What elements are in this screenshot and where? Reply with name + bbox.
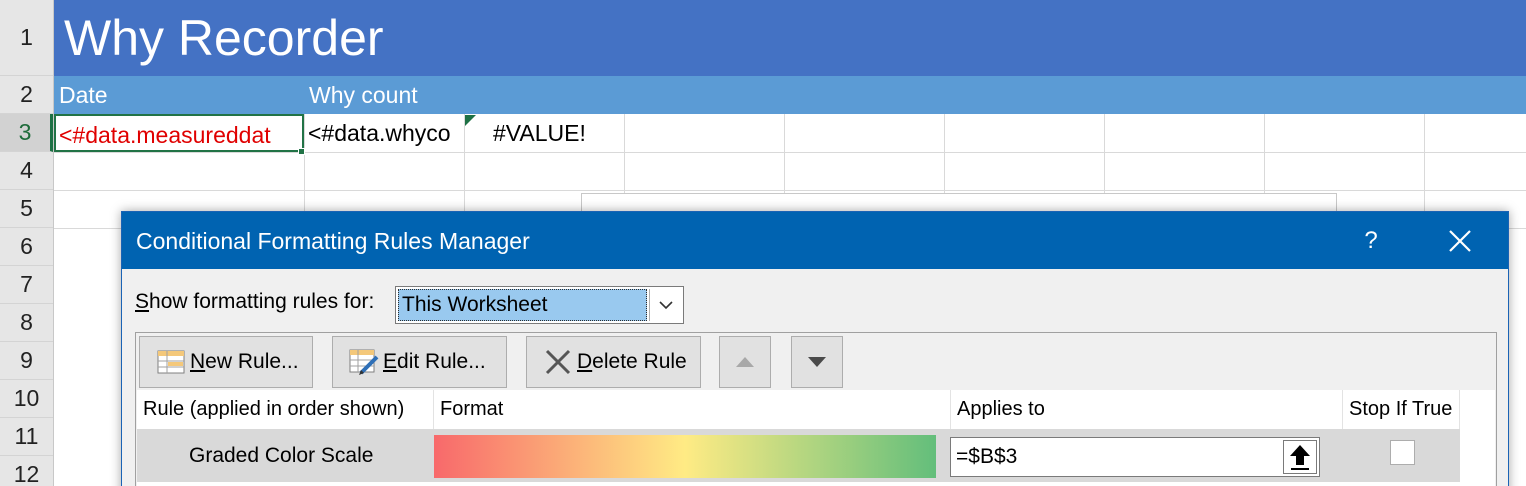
gridline [54, 190, 1526, 191]
row-header-3[interactable]: 3 [0, 114, 53, 152]
triangle-down-icon [808, 357, 826, 367]
format-preview-gradient [434, 435, 936, 478]
access-key: N [190, 350, 206, 373]
stop-if-true-checkbox[interactable] [1390, 440, 1415, 465]
sheet-title: Why Recorder [64, 10, 384, 66]
access-key: E [383, 350, 398, 373]
access-key: S [135, 290, 150, 313]
dialog-title: Conditional Formatting Rules Manager [136, 228, 530, 254]
row-header-5[interactable]: 5 [0, 190, 53, 228]
move-up-button[interactable] [719, 336, 771, 388]
row-header-1[interactable]: 1 [0, 0, 53, 76]
delete-x-icon [543, 347, 573, 377]
header-band[interactable]: Date Why count [54, 76, 1526, 114]
new-rule-text: ew Rule... [205, 350, 299, 373]
scope-selected-value[interactable]: This Worksheet [398, 289, 647, 321]
conditional-formatting-dialog: Conditional Formatting Rules Manager ? S… [121, 211, 1509, 486]
row-header-4[interactable]: 4 [0, 152, 53, 190]
edit-rule-button[interactable]: Edit Rule... [332, 336, 507, 388]
row-headers: 1 2 3 4 5 6 7 8 9 10 11 12 [0, 0, 54, 486]
row-header-7[interactable]: 7 [0, 266, 53, 304]
chevron-down-icon [658, 301, 673, 310]
error-indicator-icon[interactable] [465, 115, 476, 126]
row-header-8[interactable]: 8 [0, 304, 53, 342]
applies-to-value: =$B$3 [956, 445, 1018, 468]
column-header-rule: Rule (applied in order shown) [137, 390, 434, 429]
show-rules-label: Show formatting rules for: [135, 289, 374, 315]
column-header-applies-to: Applies to [951, 390, 1343, 429]
arrow-up-icon [1290, 445, 1310, 470]
column-header-format: Format [434, 390, 951, 429]
cell-c3[interactable]: #VALUE! [464, 114, 624, 152]
delete-rule-button[interactable]: Delete Rule [526, 336, 701, 388]
dropdown-button[interactable] [649, 289, 681, 321]
column-header-stop-if-true: Stop If True [1343, 390, 1460, 429]
show-rules-label-text: how formatting rules for: [149, 290, 375, 313]
applies-to-input[interactable]: =$B$3 [950, 437, 1320, 477]
row-header-6[interactable]: 6 [0, 228, 53, 266]
header-why-count: Why count [309, 82, 418, 108]
rules-table: Rule (applied in order shown) Format App… [137, 390, 1495, 486]
range-select-button[interactable] [1283, 440, 1317, 474]
title-band[interactable]: Why Recorder [54, 0, 1526, 76]
row-header-10[interactable]: 10 [0, 380, 53, 418]
rules-panel: New Rule... Edit Rule... Delete Rule Rul… [135, 332, 1497, 486]
move-down-button[interactable] [791, 336, 843, 388]
edit-rule-label: Edit Rule... [383, 350, 486, 374]
help-button[interactable]: ? [1351, 224, 1391, 258]
close-icon [1449, 230, 1471, 252]
rule-row[interactable]: Graded Color Scale =$B$3 [137, 429, 1460, 482]
delete-rule-text: elete Rule [592, 350, 687, 373]
cell-b3[interactable]: <#data.whyco [304, 114, 464, 152]
new-rule-icon [156, 347, 186, 377]
delete-rule-label: Delete Rule [577, 350, 687, 374]
new-rule-label: New Rule... [190, 350, 299, 374]
row-header-12[interactable]: 12 [0, 456, 53, 486]
fill-handle[interactable] [298, 148, 305, 155]
new-rule-button[interactable]: New Rule... [139, 336, 313, 388]
cell-a3-selected[interactable]: <#data.measureddat [54, 114, 304, 152]
rule-name: Graded Color Scale [189, 444, 374, 467]
row-header-9[interactable]: 9 [0, 342, 53, 380]
scope-dropdown[interactable]: This Worksheet [395, 286, 684, 324]
triangle-up-icon [736, 357, 754, 367]
edit-rule-text: dit Rule... [397, 350, 486, 373]
access-key: D [577, 350, 593, 373]
gridline [54, 152, 1526, 153]
close-button[interactable] [1440, 224, 1480, 258]
header-date: Date [59, 82, 108, 108]
row-header-2[interactable]: 2 [0, 76, 53, 114]
edit-rule-icon [349, 347, 379, 377]
dialog-titlebar[interactable]: Conditional Formatting Rules Manager ? [122, 212, 1508, 269]
row-header-11[interactable]: 11 [0, 418, 53, 456]
